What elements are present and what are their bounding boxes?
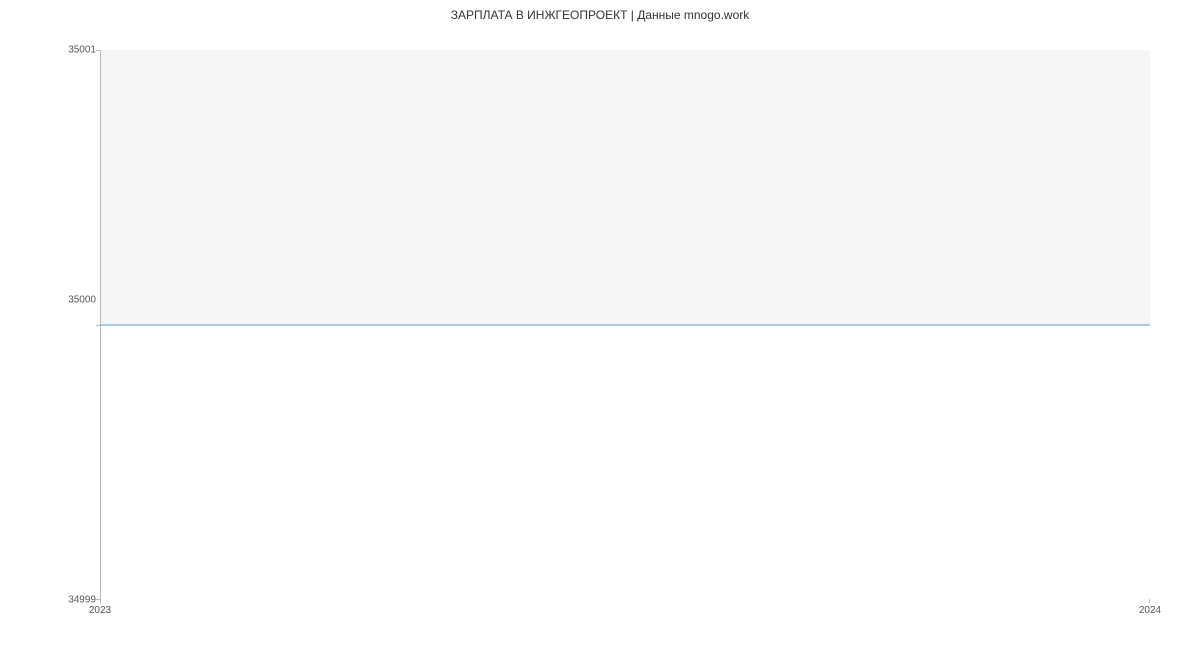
plot-lower-bg (100, 325, 1150, 600)
y-tick-label: 35000 (68, 295, 96, 306)
plot-area (100, 50, 1150, 600)
y-tick-label: 34999 (68, 595, 96, 606)
x-tick-label: 2024 (1139, 605, 1161, 616)
x-tick-mark (1149, 599, 1150, 603)
plot-upper-bg (100, 50, 1150, 325)
y-tick-mark (96, 325, 100, 326)
y-tick-mark (96, 50, 100, 51)
x-tick-label: 2023 (89, 605, 111, 616)
x-tick-mark (100, 599, 101, 603)
chart-container: ЗАРПЛАТА В ИНЖГЕОПРОЕКТ | Данные mnogo.w… (0, 0, 1200, 650)
y-tick-label: 35001 (68, 45, 96, 56)
data-line (100, 325, 1150, 326)
chart-title: ЗАРПЛАТА В ИНЖГЕОПРОЕКТ | Данные mnogo.w… (0, 8, 1200, 22)
